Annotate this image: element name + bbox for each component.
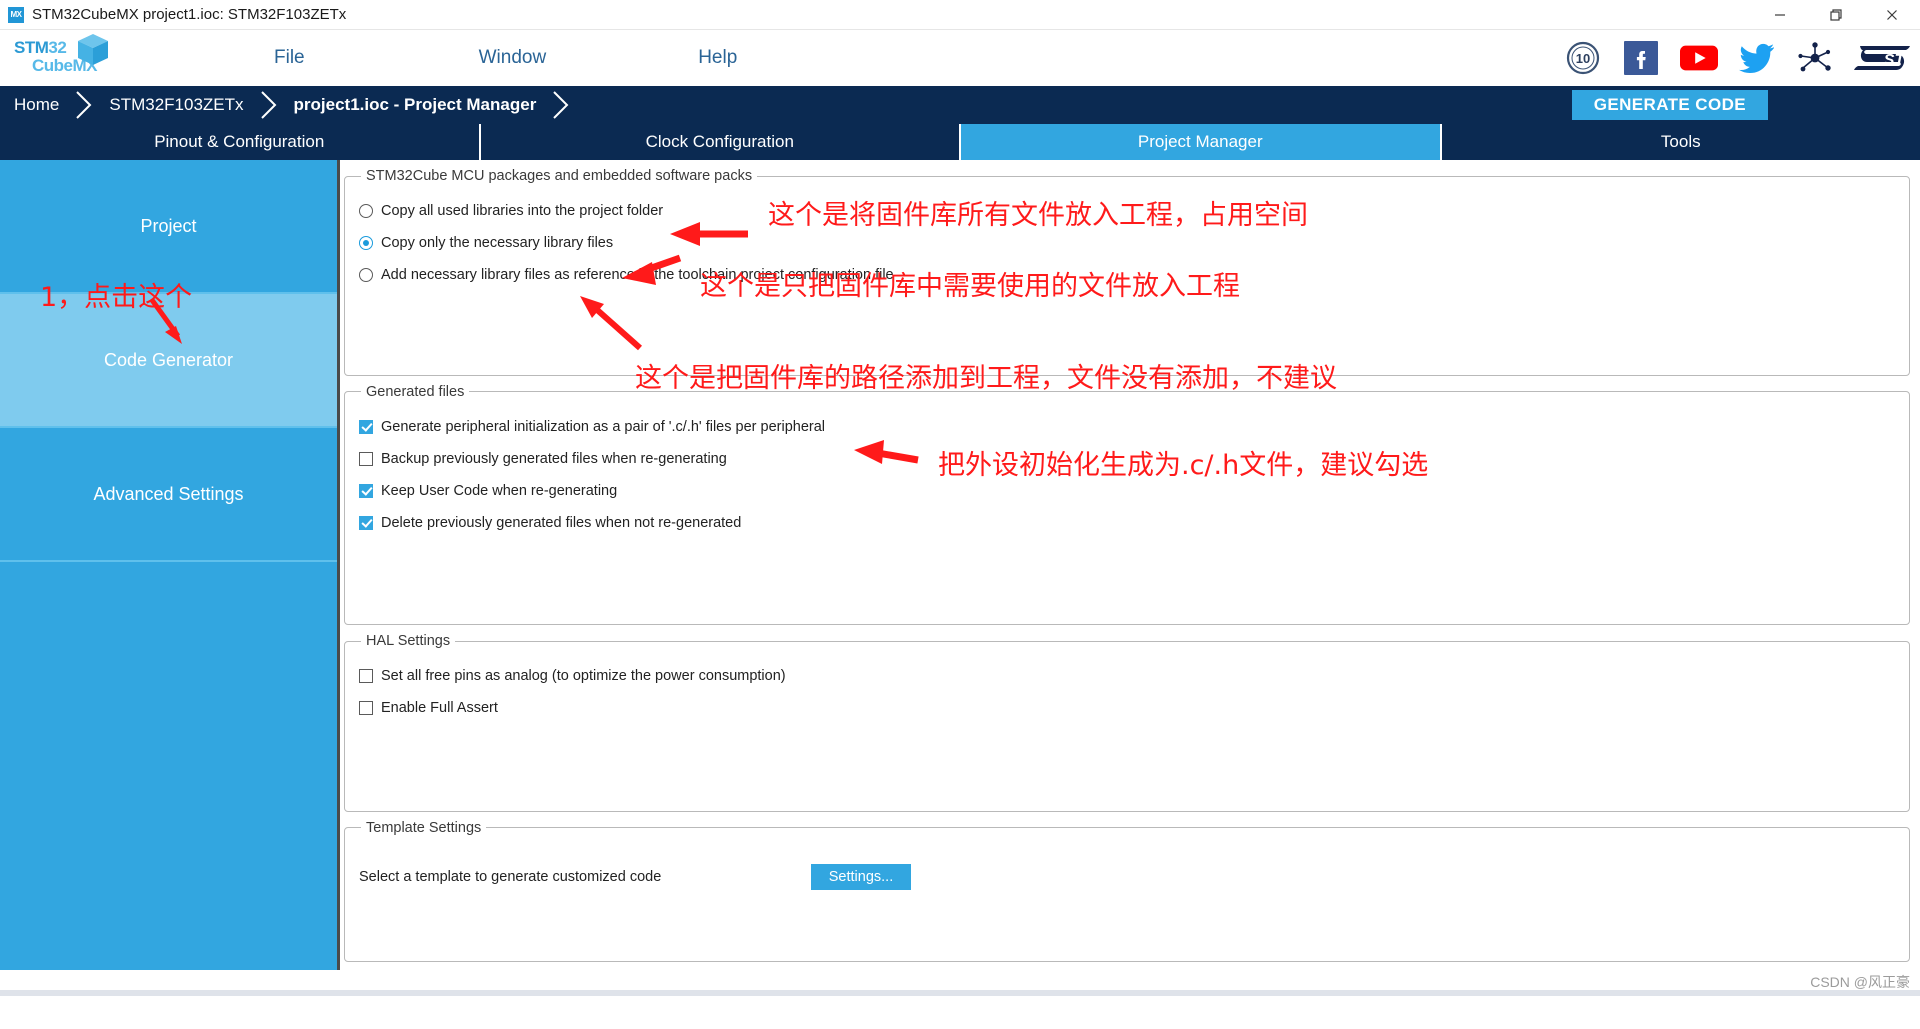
group-legend: Template Settings: [366, 819, 482, 836]
ten-years-badge-icon[interactable]: 10: [1564, 39, 1602, 77]
twitter-icon[interactable]: [1738, 39, 1776, 77]
menu-items: File Window Help: [246, 43, 765, 73]
option-label: Delete previously generated files when n…: [381, 514, 742, 531]
group-template-settings: Template Settings Select a template to g…: [344, 819, 1910, 962]
logo-stm: STM: [14, 38, 49, 57]
checkbox-enable-full-assert[interactable]: Enable Full Assert: [359, 693, 1895, 723]
social-links: 10 ST: [1564, 39, 1912, 77]
sidebar-item-code-generator[interactable]: Code Generator: [0, 294, 337, 428]
checkbox-icon[interactable]: [359, 701, 373, 716]
option-label: Enable Full Assert: [381, 700, 498, 717]
radio-icon[interactable]: [359, 268, 373, 282]
sidebar-item-label: Advanced Settings: [93, 483, 244, 504]
checkbox-free-pins-analog[interactable]: Set all free pins as analog (to optimize…: [359, 661, 1895, 691]
group-legend: Generated files: [366, 383, 465, 400]
window-controls: [1752, 0, 1920, 30]
checkbox-icon[interactable]: [359, 483, 373, 498]
main-tab-bar: Pinout & Configuration Clock Configurati…: [0, 124, 1920, 160]
checkbox-generate-peripheral-pair[interactable]: Generate peripheral initialization as a …: [359, 412, 1895, 442]
tab-project-manager[interactable]: Project Manager: [961, 124, 1442, 160]
footer: CSDN @风正豪: [0, 970, 1920, 996]
radio-copy-necessary-files[interactable]: Copy only the necessary library files: [359, 228, 1895, 258]
generate-code-button[interactable]: GENERATE CODE: [1571, 90, 1768, 120]
checkbox-delete-previous-files[interactable]: Delete previously generated files when n…: [359, 508, 1895, 538]
option-label: Keep User Code when re-generating: [381, 482, 618, 499]
minimize-icon[interactable]: [1752, 0, 1808, 30]
chevron-right-icon: [260, 91, 276, 119]
option-label: Copy all used libraries into the project…: [381, 203, 664, 219]
restore-icon[interactable]: [1808, 0, 1864, 30]
menu-help[interactable]: Help: [670, 43, 765, 73]
close-icon[interactable]: [1864, 0, 1920, 30]
checkbox-icon[interactable]: [359, 669, 373, 684]
csdn-watermark: CSDN @风正豪: [1810, 974, 1910, 990]
logo-line-1: STM32: [14, 38, 67, 58]
tab-tools[interactable]: Tools: [1441, 124, 1920, 160]
option-label: Generate peripheral initialization as a …: [381, 418, 825, 435]
code-generator-panel: STM32Cube MCU packages and embedded soft…: [340, 160, 1920, 970]
sidebar-item-project[interactable]: Project: [0, 160, 337, 294]
radio-icon[interactable]: [359, 236, 373, 250]
group-legend: HAL Settings: [366, 633, 451, 650]
sidebar-item-label: Code Generator: [103, 349, 234, 370]
stm32cubemx-logo: STM32 CubeMX: [6, 30, 126, 86]
breadcrumb: Home STM32F103ZETx project1.ioc - Projec…: [0, 86, 1920, 124]
breadcrumb-label: STM32F103ZETx: [109, 95, 244, 114]
breadcrumb-item-mcu[interactable]: STM32F103ZETx: [95, 86, 279, 124]
project-manager-sidebar: Project Code Generator Advanced Settings: [0, 160, 340, 970]
template-settings-row: Select a template to generate customized…: [359, 863, 1895, 890]
tab-clock-configuration[interactable]: Clock Configuration: [480, 124, 961, 160]
sidebar-item-label: Project: [140, 215, 197, 236]
checkbox-icon[interactable]: [359, 451, 373, 466]
breadcrumb-item-project[interactable]: project1.ioc - Project Manager: [280, 86, 573, 124]
svg-text:ST: ST: [1884, 52, 1906, 69]
main-body: Project Code Generator Advanced Settings…: [0, 160, 1920, 970]
group-generated-files: Generated files Generate peripheral init…: [344, 383, 1910, 626]
tab-pinout-configuration[interactable]: Pinout & Configuration: [0, 124, 481, 160]
cube-icon: [78, 34, 108, 65]
sidebar-empty-area: [0, 562, 337, 970]
svg-text:10: 10: [1576, 51, 1590, 66]
menu-file[interactable]: File: [246, 43, 333, 73]
community-network-icon[interactable]: [1796, 39, 1834, 77]
option-label: Set all free pins as analog (to optimize…: [381, 668, 786, 685]
checkbox-icon[interactable]: [359, 419, 373, 434]
app-icon: MX: [8, 6, 24, 23]
bottom-strip: [0, 990, 1920, 996]
option-label: Add necessary library files as reference…: [381, 267, 894, 283]
group-mcu-packages: STM32Cube MCU packages and embedded soft…: [344, 168, 1910, 376]
checkbox-keep-user-code[interactable]: Keep User Code when re-generating: [359, 476, 1895, 506]
radio-copy-all-libraries[interactable]: Copy all used libraries into the project…: [359, 196, 1895, 226]
chevron-right-icon: [76, 91, 92, 119]
facebook-icon[interactable]: [1622, 39, 1660, 77]
option-label: Copy only the necessary library files: [381, 235, 614, 251]
option-label: Backup previously generated files when r…: [381, 450, 727, 467]
youtube-icon[interactable]: [1680, 39, 1718, 77]
menu-window[interactable]: Window: [451, 43, 575, 73]
template-settings-button[interactable]: Settings...: [811, 863, 911, 890]
template-description: Select a template to generate customized…: [359, 868, 662, 885]
group-legend: STM32Cube MCU packages and embedded soft…: [366, 168, 753, 184]
breadcrumb-item-home[interactable]: Home: [0, 86, 95, 124]
radio-icon[interactable]: [359, 204, 373, 218]
breadcrumb-label: project1.ioc - Project Manager: [293, 95, 537, 114]
chevron-right-icon: [553, 91, 569, 119]
checkbox-icon[interactable]: [359, 515, 373, 530]
st-logo-icon[interactable]: ST: [1854, 39, 1912, 77]
menu-bar: STM32 CubeMX File Window Help 10 ST: [0, 30, 1920, 86]
group-hal-settings: HAL Settings Set all free pins as analog…: [344, 633, 1910, 812]
title-bar: MX STM32CubeMX project1.ioc: STM32F103ZE…: [0, 0, 1920, 30]
radio-add-as-reference[interactable]: Add necessary library files as reference…: [359, 260, 1895, 290]
checkbox-backup-previous-files[interactable]: Backup previously generated files when r…: [359, 444, 1895, 474]
window-title: STM32CubeMX project1.ioc: STM32F103ZETx: [32, 6, 347, 23]
sidebar-item-advanced-settings[interactable]: Advanced Settings: [0, 428, 337, 562]
breadcrumb-label: Home: [14, 95, 60, 114]
logo-32: 32: [48, 38, 67, 57]
